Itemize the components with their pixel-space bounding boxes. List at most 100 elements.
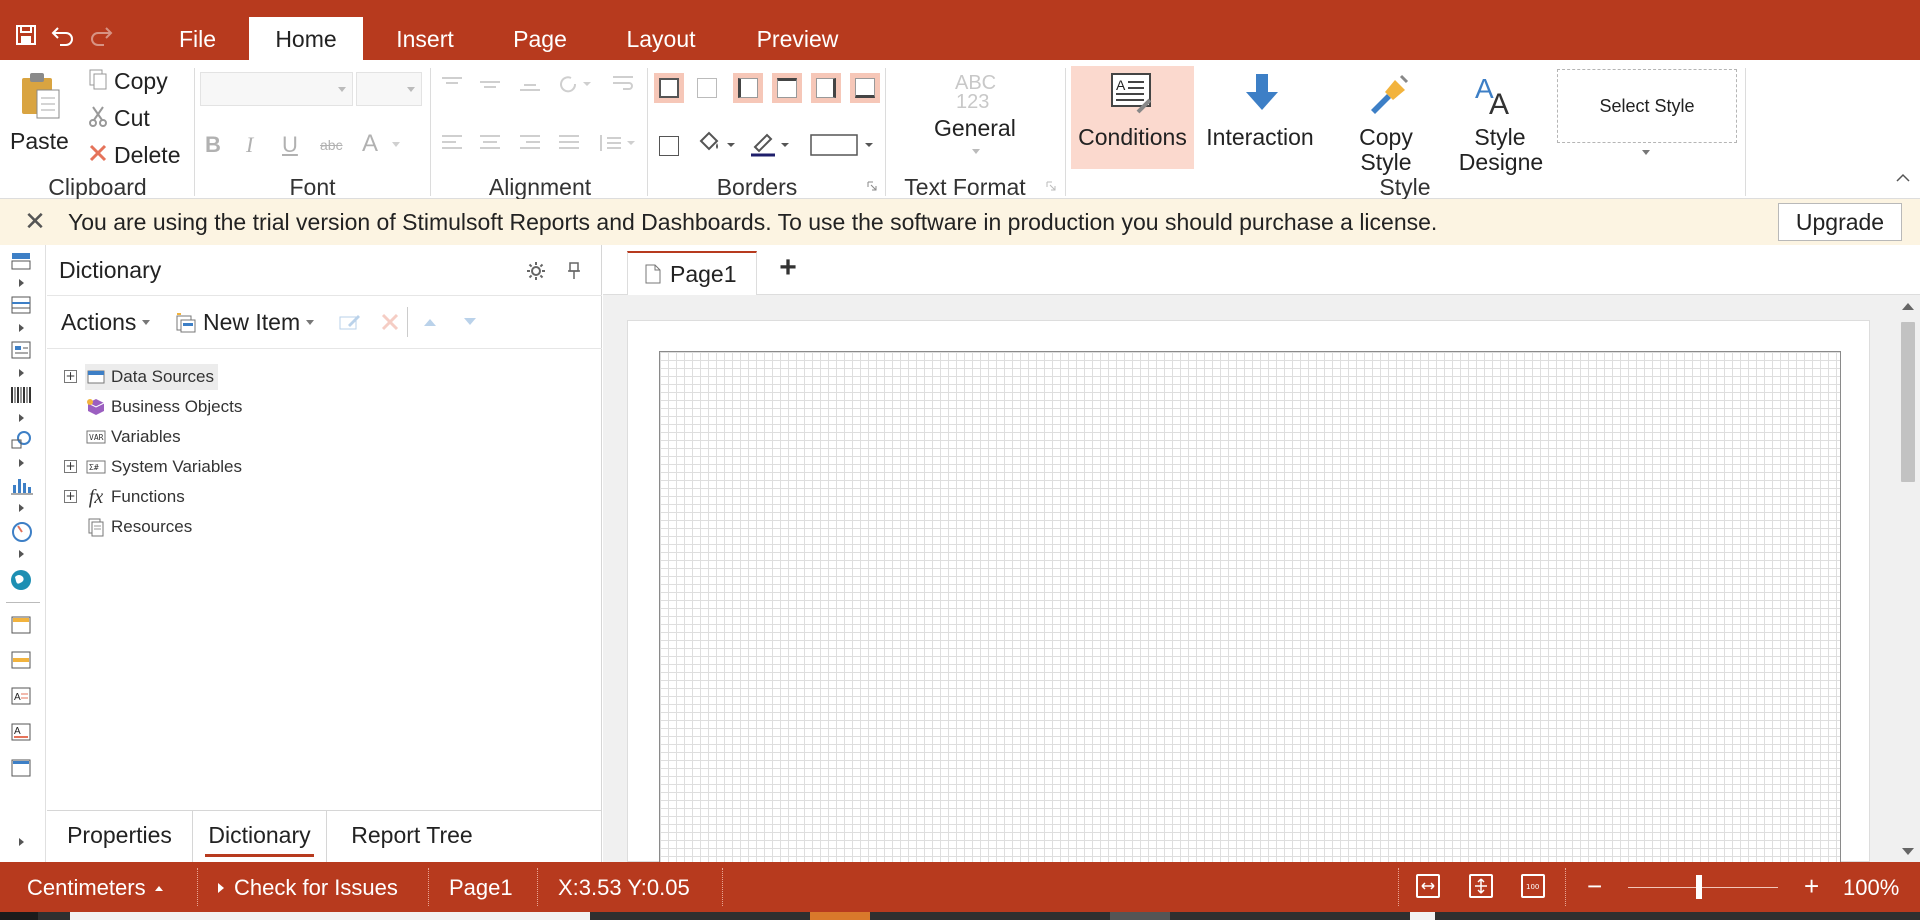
expand-icon[interactable]: + [64,370,77,383]
text-format-button[interactable]: General [934,115,1016,142]
top-border-icon[interactable] [772,73,802,103]
align-bottom-icon[interactable] [517,74,543,94]
strikethrough-button[interactable]: abc [320,137,343,153]
tab-insert[interactable]: Insert [376,17,474,60]
paste-button[interactable]: Paste [10,128,69,155]
tab-report-tree[interactable]: Report Tree [327,811,497,863]
scroll-up-icon[interactable] [1902,303,1914,310]
expand-arrow-icon[interactable] [19,279,24,287]
tab-preview[interactable]: Preview [740,17,855,60]
band-icon[interactable] [10,251,34,273]
redo-icon[interactable] [88,22,114,48]
text-component-icon[interactable]: A [10,686,34,708]
move-down-icon[interactable] [457,311,483,333]
upgrade-button[interactable]: Upgrade [1778,203,1902,241]
expand-arrow-icon[interactable] [19,414,24,422]
tab-properties[interactable]: Properties [47,811,192,863]
tree-item-resources[interactable]: Resources [85,514,192,540]
gear-icon[interactable] [525,260,547,282]
delete-icon[interactable] [87,142,109,164]
page-header-icon[interactable] [10,615,34,637]
zoom-in-icon[interactable]: + [1804,871,1819,902]
chevron-down-icon[interactable] [390,138,402,150]
expand-arrow-icon[interactable] [19,504,24,512]
all-borders-icon[interactable] [654,73,684,103]
font-color-button[interactable]: A [362,130,378,158]
right-border-icon[interactable] [811,73,841,103]
chart-icon[interactable] [10,475,34,497]
expand-arrow-icon[interactable] [19,369,24,377]
copy-style-icon[interactable] [1365,72,1409,116]
align-left-icon[interactable] [439,132,465,154]
underline-button[interactable]: U [282,132,298,158]
cut-button[interactable]: Cut [114,105,150,132]
tab-layout[interactable]: Layout [610,17,712,60]
panel-icon[interactable] [10,340,34,362]
zoom-slider-thumb[interactable] [1696,875,1702,899]
line-spacing-icon[interactable] [594,132,638,154]
tab-dictionary[interactable]: Dictionary [192,811,327,863]
border-settings-icon[interactable] [654,131,684,161]
chevron-down-icon[interactable] [1640,146,1652,158]
chevron-down-icon[interactable] [970,145,982,157]
cut-icon[interactable] [87,105,109,127]
tree-item-functions[interactable]: fx Functions [85,484,185,510]
cross-band-icon[interactable] [10,295,34,317]
style-designer-icon[interactable]: AA [1475,72,1519,116]
tree-item-variables[interactable]: VAR Variables [85,424,181,450]
expand-arrow-icon[interactable] [19,459,24,467]
dialog-launcher-icon[interactable] [1045,180,1057,192]
copy-style-button[interactable]: Copy [1335,124,1437,151]
move-up-icon[interactable] [417,311,443,333]
data-band-icon[interactable] [10,650,34,672]
save-icon[interactable] [13,22,39,48]
fill-color-icon[interactable] [694,130,740,160]
fit-page-width-icon[interactable] [1416,874,1440,898]
container-icon[interactable] [10,758,34,780]
interaction-icon[interactable] [1240,72,1284,116]
expand-icon[interactable]: + [64,460,77,473]
align-top-icon[interactable] [439,74,465,94]
design-grid[interactable] [659,351,1841,863]
check-for-issues-button[interactable]: Check for Issues [216,875,398,901]
dialog-launcher-icon[interactable] [866,180,878,192]
edit-icon[interactable] [337,309,363,335]
align-justify-icon[interactable] [556,132,582,154]
pin-icon[interactable] [563,260,585,282]
actions-menu[interactable]: Actions [61,309,151,336]
tree-item-business-objects[interactable]: Business Objects [85,394,242,420]
left-border-icon[interactable] [733,73,763,103]
tab-home[interactable]: Home [249,17,363,60]
units-menu[interactable]: Centimeters [27,875,164,901]
map-icon[interactable] [10,569,34,591]
vertical-scrollbar[interactable] [1896,295,1920,862]
font-size-select[interactable] [356,72,422,106]
expand-icon[interactable]: + [64,490,77,503]
no-border-icon[interactable] [692,73,722,103]
border-style-select[interactable] [808,130,878,160]
expand-arrow-icon[interactable] [19,550,24,558]
delete-button[interactable]: Delete [114,142,180,169]
collapse-ribbon-icon[interactable] [1895,170,1911,186]
add-page-icon[interactable]: + [773,253,803,283]
close-icon[interactable]: ✕ [22,208,48,234]
gauge-icon[interactable] [10,521,34,543]
tab-file[interactable]: File [160,17,235,60]
actual-size-icon[interactable]: 100 [1521,874,1545,898]
align-right-icon[interactable] [517,132,543,154]
interaction-button[interactable]: Interaction [1200,124,1320,151]
italic-button[interactable]: I [246,132,253,158]
expand-arrow-icon[interactable] [19,838,24,846]
bold-button[interactable]: B [205,132,221,158]
rotate-text-icon[interactable] [556,73,592,95]
copy-button[interactable]: Copy [114,68,168,95]
style-designer-button[interactable]: Style [1450,124,1550,151]
align-middle-icon[interactable] [477,74,503,94]
shapes-icon[interactable] [10,430,34,452]
barcode-icon[interactable] [10,385,34,407]
page-tab-page1[interactable]: Page1 [627,251,757,295]
scrollbar-thumb[interactable] [1901,322,1915,482]
select-style-box[interactable]: Select Style [1557,69,1737,143]
tree-item-data-sources[interactable]: Data Sources [85,364,218,390]
paste-icon[interactable] [18,70,64,120]
